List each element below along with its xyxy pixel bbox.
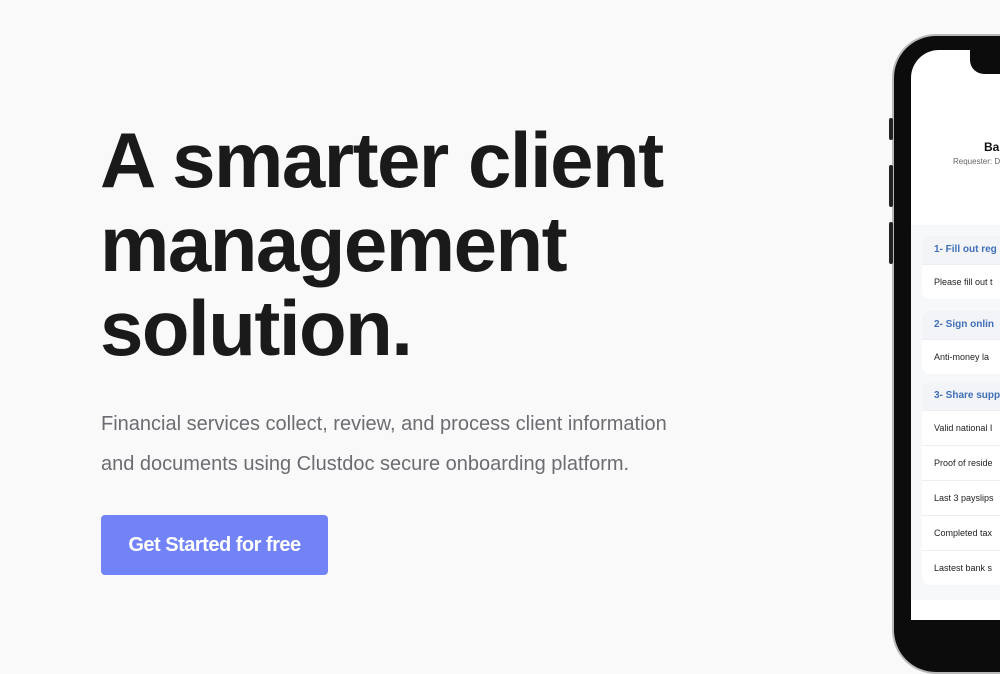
section-heading[interactable]: 1- Fill out reg	[922, 236, 1000, 264]
section-heading[interactable]: 3- Share supp	[922, 382, 1000, 410]
checklist-item[interactable]: Anti-money la	[922, 339, 1000, 374]
requester-label: Requester: D	[953, 157, 1000, 166]
phone-volume-up	[889, 165, 893, 207]
checklist-item[interactable]: Lastest bank s	[922, 550, 1000, 585]
checklist-item[interactable]: Proof of reside	[922, 445, 1000, 480]
checklist-item[interactable]: Valid national I	[922, 410, 1000, 445]
checklist-item[interactable]: Please fill out t	[922, 264, 1000, 299]
request-title: Ba	[984, 140, 1000, 154]
phone-notch	[970, 48, 1000, 74]
section-heading[interactable]: 2- Sign onlin	[922, 311, 1000, 339]
get-started-button[interactable]: Get Started for free	[101, 515, 328, 575]
section-card: 2- Sign onlin Anti-money la	[922, 311, 1000, 374]
section-card: 3- Share supp Valid national I Proof of …	[922, 382, 1000, 585]
checklist-item[interactable]: Last 3 payslips	[922, 480, 1000, 515]
phone-volume-down	[889, 222, 893, 264]
phone-silent-switch	[889, 118, 893, 140]
checklist-item[interactable]: Completed tax	[922, 515, 1000, 550]
hero-title: A smarter client management solution.	[100, 116, 664, 372]
hero-subtitle: Financial services collect, review, and …	[101, 413, 667, 475]
section-card: 1- Fill out reg Please fill out t	[922, 236, 1000, 299]
